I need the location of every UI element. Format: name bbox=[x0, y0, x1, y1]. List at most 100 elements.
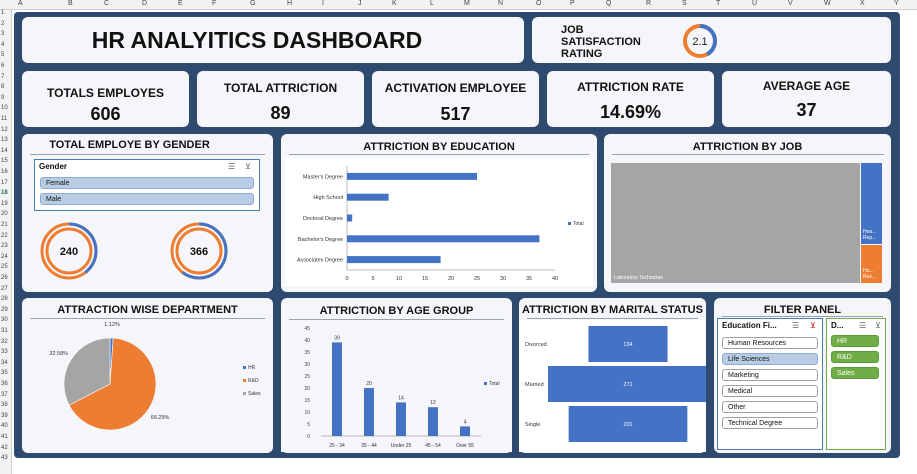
row-header-43[interactable]: 43 bbox=[1, 455, 8, 461]
row-header-19[interactable]: 19 bbox=[1, 201, 8, 207]
row-header-3[interactable]: 3 bbox=[1, 31, 4, 37]
column-header-E[interactable]: E bbox=[178, 0, 183, 7]
slicer-item-female[interactable]: Female bbox=[40, 177, 254, 189]
multi-select-icon[interactable]: ☰ bbox=[792, 321, 799, 330]
row-header-31[interactable]: 31 bbox=[1, 328, 8, 334]
bar bbox=[347, 193, 389, 201]
row-header-13[interactable]: 13 bbox=[1, 137, 8, 143]
slicer-item-education[interactable]: Human Resources bbox=[722, 337, 818, 349]
slicer-item-department[interactable]: Sales bbox=[831, 367, 879, 379]
column-header-I[interactable]: I bbox=[322, 0, 324, 7]
column-header-J[interactable]: J bbox=[358, 0, 362, 7]
row-header-42[interactable]: 42 bbox=[1, 445, 8, 451]
column-header-K[interactable]: K bbox=[392, 0, 397, 7]
kpi-average-age: AVERAGE AGE 37 bbox=[722, 71, 891, 127]
column-header-V[interactable]: V bbox=[788, 0, 793, 7]
row-header-27[interactable]: 27 bbox=[1, 286, 8, 292]
row-header-23[interactable]: 23 bbox=[1, 243, 8, 249]
row-header-36[interactable]: 36 bbox=[1, 381, 8, 387]
row-header-2[interactable]: 2 bbox=[1, 21, 4, 27]
row-header-11[interactable]: 11 bbox=[1, 116, 7, 122]
row-header-26[interactable]: 26 bbox=[1, 275, 8, 281]
column-header-B[interactable]: B bbox=[68, 0, 73, 7]
row-header-28[interactable]: 28 bbox=[1, 296, 8, 302]
row-header-16[interactable]: 16 bbox=[1, 169, 8, 175]
column-header-bar: A B C D E F G H I J K L M N O P Q R S T U V W X Y bbox=[0, 0, 917, 10]
multi-select-icon[interactable]: ☰ bbox=[228, 162, 235, 171]
column-header-O[interactable]: O bbox=[536, 0, 541, 7]
column-header-M[interactable]: M bbox=[464, 0, 470, 7]
row-header-22[interactable]: 22 bbox=[1, 233, 8, 239]
job-satisfaction-card: JOB SATISFACTION RATING 2.1 bbox=[532, 17, 891, 63]
slicer-item-department[interactable]: HR bbox=[831, 335, 879, 347]
column-header-Y[interactable]: Y bbox=[894, 0, 899, 7]
clear-filter-icon[interactable]: ⊻ bbox=[875, 321, 881, 330]
column-header-G[interactable]: G bbox=[250, 0, 255, 7]
column-header-A[interactable]: A bbox=[18, 0, 23, 7]
row-header-40[interactable]: 40 bbox=[1, 423, 8, 429]
slicer-item-education[interactable]: Technical Degree bbox=[722, 417, 818, 429]
column-header-P[interactable]: P bbox=[570, 0, 575, 7]
row-header-34[interactable]: 34 bbox=[1, 360, 8, 366]
clear-filter-icon[interactable]: ⊻ bbox=[810, 321, 816, 330]
row-header-35[interactable]: 35 bbox=[1, 370, 8, 376]
row-header-12[interactable]: 12 bbox=[1, 127, 8, 133]
row-header-17[interactable]: 17 bbox=[1, 180, 8, 186]
bar bbox=[364, 388, 374, 436]
column-header-C[interactable]: C bbox=[104, 0, 109, 7]
row-header-21[interactable]: 21 bbox=[1, 222, 8, 228]
tick-label: 5 bbox=[307, 422, 310, 428]
slicer-item-education[interactable]: Marketing bbox=[722, 369, 818, 381]
male-count: 366 bbox=[190, 246, 208, 258]
data-label: 39 bbox=[334, 335, 340, 341]
category-label: Associates Degree bbox=[297, 258, 343, 264]
row-header-6[interactable]: 6 bbox=[1, 63, 4, 69]
column-header-F[interactable]: F bbox=[212, 0, 216, 7]
slicer-item-education[interactable]: Medical bbox=[722, 385, 818, 397]
column-header-R[interactable]: R bbox=[646, 0, 651, 7]
row-header-39[interactable]: 39 bbox=[1, 413, 8, 419]
row-header-30[interactable]: 30 bbox=[1, 317, 8, 323]
column-header-H[interactable]: H bbox=[287, 0, 292, 7]
row-header-18[interactable]: 18 bbox=[1, 190, 8, 196]
row-header-15[interactable]: 15 bbox=[1, 158, 8, 164]
row-header-8[interactable]: 8 bbox=[1, 84, 4, 90]
column-header-X[interactable]: X bbox=[860, 0, 865, 7]
row-header-24[interactable]: 24 bbox=[1, 254, 8, 260]
panel-title: ATTRICTION BY MARITAL STATUS bbox=[522, 304, 703, 316]
row-header-29[interactable]: 29 bbox=[1, 307, 8, 313]
row-header-10[interactable]: 10 bbox=[1, 105, 8, 111]
row-header-7[interactable]: 7 bbox=[1, 74, 4, 80]
row-header-9[interactable]: 9 bbox=[1, 95, 4, 101]
category-label: 25 - 34 bbox=[329, 443, 345, 449]
slicer-item-male[interactable]: Male bbox=[40, 193, 254, 205]
column-header-Q[interactable]: Q bbox=[606, 0, 611, 7]
row-header-37[interactable]: 37 bbox=[1, 392, 8, 398]
clear-filter-icon[interactable]: ⊻ bbox=[245, 162, 251, 171]
column-header-U[interactable]: U bbox=[752, 0, 757, 7]
column-header-T[interactable]: T bbox=[716, 0, 720, 7]
row-header-1[interactable]: 1 bbox=[1, 10, 4, 16]
row-header-38[interactable]: 38 bbox=[1, 402, 8, 408]
row-header-32[interactable]: 32 bbox=[1, 339, 8, 345]
column-header-S[interactable]: S bbox=[682, 0, 687, 7]
column-header-L[interactable]: L bbox=[430, 0, 434, 7]
gender-slicer: Gender ☰ ⊻ Female Male bbox=[34, 159, 260, 211]
multi-select-icon[interactable]: ☰ bbox=[859, 321, 866, 330]
row-header-4[interactable]: 4 bbox=[1, 42, 4, 48]
slicer-item-department[interactable]: R&D bbox=[831, 351, 879, 363]
column-header-W[interactable]: W bbox=[824, 0, 831, 7]
row-header-14[interactable]: 14 bbox=[1, 148, 8, 154]
slicer-item-education[interactable]: Other bbox=[722, 401, 818, 413]
row-header-20[interactable]: 20 bbox=[1, 211, 8, 217]
column-header-N[interactable]: N bbox=[498, 0, 503, 7]
slicer-item-education[interactable]: Life Sciences bbox=[722, 353, 818, 365]
row-header-25[interactable]: 25 bbox=[1, 264, 8, 270]
row-header-33[interactable]: 33 bbox=[1, 349, 8, 355]
category-label: Over 55 bbox=[456, 443, 474, 449]
row-header-41[interactable]: 41 bbox=[1, 434, 8, 440]
age-group-panel: ATTRICTION BY AGE GROUP 0 5 10 15 20 25 30 35 40… bbox=[281, 298, 512, 453]
row-header-5[interactable]: 5 bbox=[1, 52, 4, 58]
tick-label: 40 bbox=[304, 338, 310, 344]
column-header-D[interactable]: D bbox=[142, 0, 147, 7]
